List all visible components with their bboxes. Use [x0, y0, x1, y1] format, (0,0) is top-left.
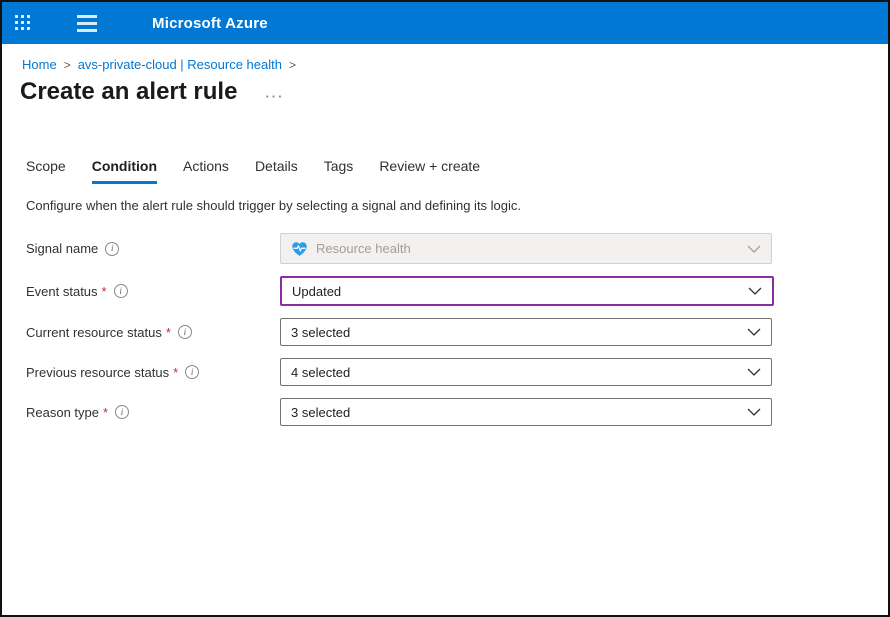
breadcrumb-link-resource-health[interactable]: avs-private-cloud | Resource health	[78, 57, 282, 72]
more-options-icon[interactable]: ···	[265, 82, 284, 103]
field-label-group: Event status * i	[26, 284, 280, 299]
signal-name-dropdown: Resource health	[280, 233, 772, 264]
event-status-dropdown[interactable]: Updated	[280, 276, 774, 306]
form-row-signal-name: Signal name i Resource health	[2, 233, 888, 264]
chevron-down-icon	[747, 368, 761, 376]
field-label-group: Current resource status * i	[26, 325, 280, 340]
tab-actions[interactable]: Actions	[183, 158, 229, 184]
azure-portal-window: Microsoft Azure Home > avs-private-cloud…	[0, 0, 890, 617]
form-row-current-resource-status: Current resource status * i 3 selected	[2, 318, 888, 346]
dropdown-value: 3 selected	[291, 325, 739, 340]
field-label-group: Signal name i	[26, 241, 280, 256]
info-icon[interactable]: i	[178, 325, 192, 339]
reason-type-dropdown[interactable]: 3 selected	[280, 398, 772, 426]
info-icon[interactable]: i	[185, 365, 199, 379]
dropdown-value: 4 selected	[291, 365, 739, 380]
dropdown-value: Updated	[292, 284, 740, 299]
chevron-right-icon: >	[64, 58, 71, 72]
hamburger-menu-button[interactable]	[66, 2, 108, 44]
info-icon[interactable]: i	[115, 405, 129, 419]
tab-condition[interactable]: Condition	[92, 158, 157, 184]
required-asterisk: *	[166, 325, 171, 340]
tab-scope[interactable]: Scope	[26, 158, 66, 184]
tab-strip: Scope Condition Actions Details Tags Rev…	[2, 158, 888, 184]
field-label-group: Previous resource status * i	[26, 365, 280, 380]
previous-resource-status-dropdown[interactable]: 4 selected	[280, 358, 772, 386]
field-label-group: Reason type * i	[26, 405, 280, 420]
info-icon[interactable]: i	[114, 284, 128, 298]
field-label: Current resource status	[26, 325, 162, 340]
field-label: Reason type	[26, 405, 99, 420]
info-icon[interactable]: i	[105, 242, 119, 256]
top-bar: Microsoft Azure	[2, 2, 888, 44]
form-row-event-status: Event status * i Updated	[2, 276, 888, 306]
chevron-down-icon	[747, 245, 761, 253]
required-asterisk: *	[103, 405, 108, 420]
form-row-reason-type: Reason type * i 3 selected	[2, 398, 888, 426]
tab-review-create[interactable]: Review + create	[379, 158, 480, 184]
title-row: Create an alert rule ···	[2, 72, 888, 106]
breadcrumb: Home > avs-private-cloud | Resource heal…	[2, 44, 888, 72]
resource-health-heart-icon	[291, 241, 308, 257]
azure-home-link[interactable]: Microsoft Azure	[152, 15, 268, 32]
breadcrumb-link-home[interactable]: Home	[22, 57, 57, 72]
condition-description: Configure when the alert rule should tri…	[2, 184, 888, 213]
required-asterisk: *	[173, 365, 178, 380]
field-label: Signal name	[26, 241, 98, 256]
waffle-icon	[15, 15, 31, 31]
app-launcher-button[interactable]	[2, 2, 44, 44]
required-asterisk: *	[102, 284, 107, 299]
page-title: Create an alert rule	[20, 78, 237, 106]
hamburger-icon	[77, 15, 97, 18]
dropdown-value: Resource health	[316, 241, 739, 256]
chevron-down-icon	[748, 287, 762, 295]
tab-details[interactable]: Details	[255, 158, 298, 184]
tab-tags[interactable]: Tags	[324, 158, 354, 184]
form-row-previous-resource-status: Previous resource status * i 4 selected	[2, 358, 888, 386]
chevron-right-icon: >	[289, 58, 296, 72]
chevron-down-icon	[747, 408, 761, 416]
dropdown-value: 3 selected	[291, 405, 739, 420]
field-label: Previous resource status	[26, 365, 169, 380]
current-resource-status-dropdown[interactable]: 3 selected	[280, 318, 772, 346]
chevron-down-icon	[747, 328, 761, 336]
field-label: Event status	[26, 284, 98, 299]
condition-form: Signal name i Resource health Event s	[2, 233, 888, 426]
